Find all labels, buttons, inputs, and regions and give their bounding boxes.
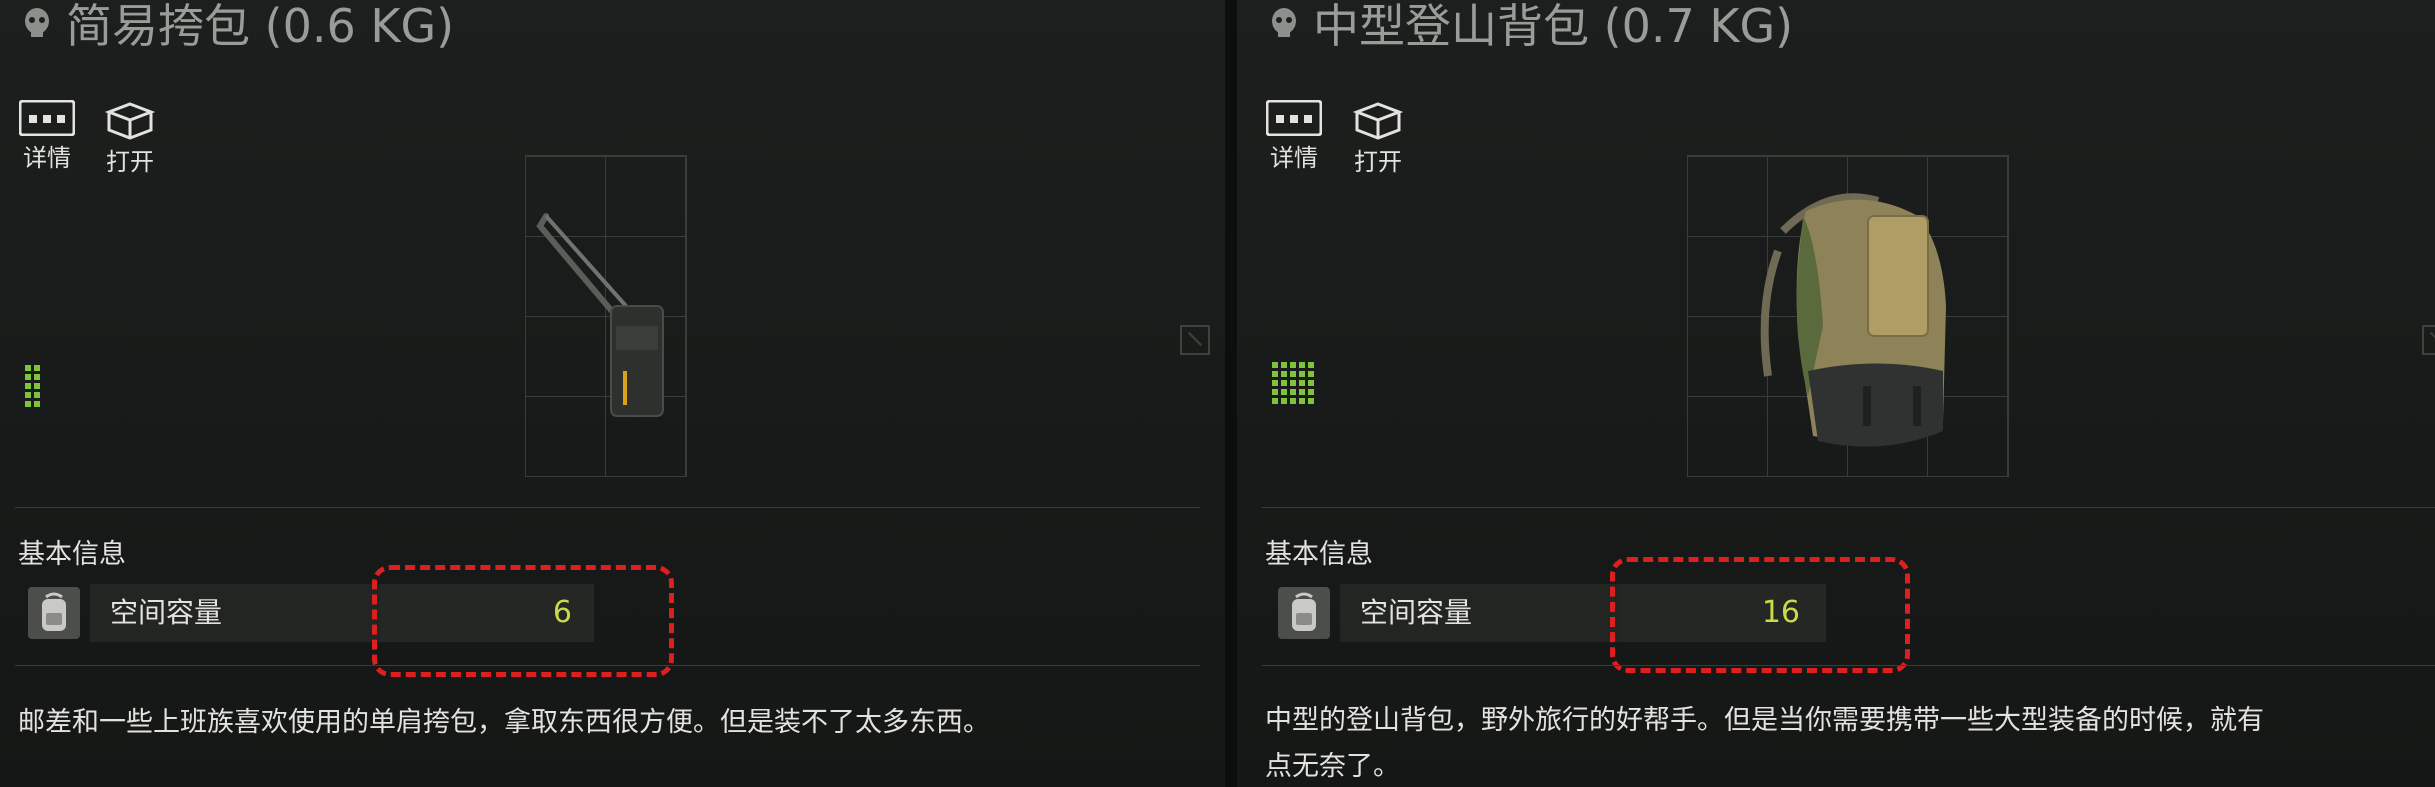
item-title: 简易挎包 (0.6 KG) <box>20 0 454 56</box>
section-heading: 基本信息 <box>1265 539 1373 570</box>
item-panel-hiking-backpack: 中型登山背包 (0.7 KG) 详情 打开 基本信息 空间容量 16 中型的登山… <box>1237 0 2435 787</box>
details-label: 详情 <box>23 144 71 172</box>
details-button[interactable]: 详情 <box>1259 100 1329 173</box>
shoulder-bag-image <box>536 213 664 417</box>
backpack-icon <box>1278 587 1330 639</box>
more-dots-icon <box>1266 100 1322 136</box>
details-label: 详情 <box>1270 144 1318 172</box>
item-grid <box>525 155 687 477</box>
stat-label: 空间容量 <box>90 584 380 642</box>
highlight-box <box>372 565 674 677</box>
hiking-backpack-image <box>1760 193 1946 447</box>
open-label: 打开 <box>1354 148 1402 176</box>
open-box-icon <box>104 102 156 140</box>
divider <box>1262 507 2435 508</box>
item-description: 邮差和一些上班族喜欢使用的单肩挎包，拿取东西很方便。但是装不了太多东西。 <box>18 707 990 738</box>
item-description-line: 点无奈了。 <box>1265 751 1400 782</box>
open-button[interactable]: 打开 <box>1343 100 1413 177</box>
highlight-box <box>1610 557 1910 673</box>
divider <box>1262 665 2435 666</box>
item-grid <box>1687 155 2009 477</box>
open-button[interactable]: 打开 <box>95 100 165 177</box>
open-label: 打开 <box>106 148 154 176</box>
expand-icon[interactable] <box>2422 325 2435 355</box>
item-title: 中型登山背包 (0.7 KG) <box>1267 0 1793 56</box>
panel-separator <box>1225 0 1237 787</box>
skull-icon <box>1272 8 1296 37</box>
item-panel-shoulder-bag: 简易挎包 (0.6 KG) 详情 打开 基本信息 空间容量 6 邮差和一些上班族… <box>0 0 1225 787</box>
item-title-text: 简易挎包 (0.6 KG) <box>66 0 455 53</box>
skull-icon <box>25 8 49 37</box>
item-title-text: 中型登山背包 (0.7 KG) <box>1313 0 1794 53</box>
grid-size-icon <box>1272 362 1322 412</box>
section-heading: 基本信息 <box>18 539 126 570</box>
expand-icon[interactable] <box>1180 325 1210 355</box>
backpack-icon <box>28 587 80 639</box>
details-button[interactable]: 详情 <box>12 100 82 173</box>
divider <box>15 507 1200 508</box>
divider <box>15 665 1200 666</box>
open-box-icon <box>1352 102 1404 140</box>
more-dots-icon <box>19 100 75 136</box>
item-description: 中型的登山背包，野外旅行的好帮手。但是当你需要携带一些大型装备的时候，就有 点无… <box>1265 698 2264 787</box>
stat-label: 空间容量 <box>1340 584 1620 642</box>
item-description-line: 中型的登山背包，野外旅行的好帮手。但是当你需要携带一些大型装备的时候，就有 <box>1265 705 2264 736</box>
grid-size-icon <box>25 365 47 411</box>
